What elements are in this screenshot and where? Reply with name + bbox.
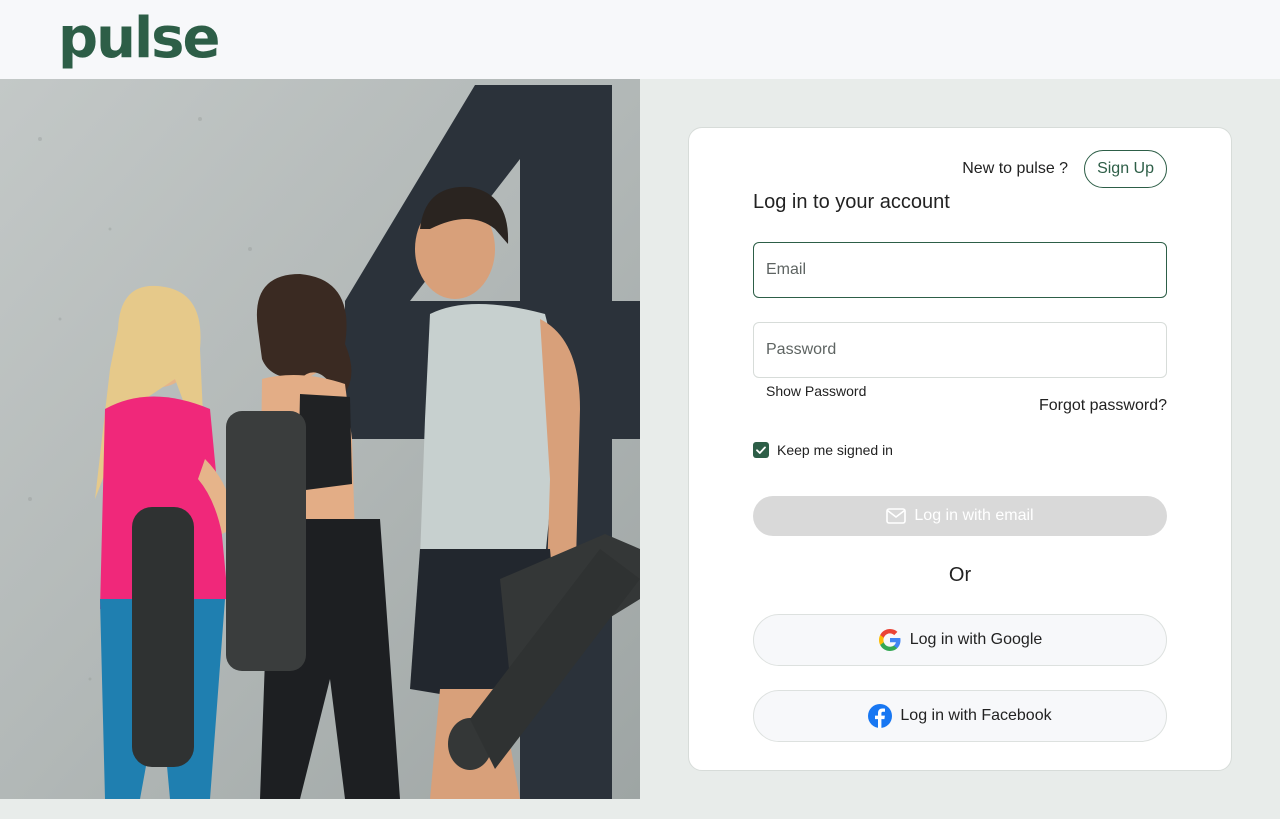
- signup-row: New to pulse ? Sign Up: [962, 150, 1167, 188]
- keep-signed-in-row[interactable]: Keep me signed in: [753, 442, 893, 458]
- keep-signed-in-label: Keep me signed in: [777, 442, 893, 458]
- keep-signed-in-checkbox[interactable]: [753, 442, 769, 458]
- forgot-password-link[interactable]: Forgot password?: [1039, 397, 1167, 415]
- facebook-f-icon: [868, 704, 893, 728]
- password-field[interactable]: [753, 322, 1167, 378]
- log-in-with-facebook-label: Log in with Facebook: [900, 707, 1052, 724]
- log-in-with-facebook-button[interactable]: Log in with Facebook: [753, 690, 1167, 742]
- sign-up-button[interactable]: Sign Up: [1084, 150, 1167, 188]
- login-title: Log in to your account: [753, 191, 950, 213]
- log-in-with-email-label: Log in with email: [914, 507, 1034, 524]
- check-icon: [756, 446, 766, 454]
- pulse-logo[interactable]: pulse: [58, 6, 220, 72]
- log-in-with-email-button[interactable]: Log in with email: [753, 496, 1167, 536]
- email-field[interactable]: [753, 242, 1167, 298]
- hero-photo: [0, 79, 640, 799]
- envelope-icon: [886, 508, 907, 524]
- signup-prompt: New to pulse ?: [962, 160, 1069, 177]
- or-divider: Or: [948, 564, 972, 586]
- top-bar: pulse: [0, 0, 1280, 79]
- login-card: New to pulse ? Sign Up Log in to your ac…: [688, 127, 1232, 771]
- google-g-icon: [878, 628, 902, 652]
- fitness-group-illustration: [0, 79, 640, 799]
- show-password-toggle[interactable]: Show Password: [766, 383, 866, 399]
- log-in-with-google-button[interactable]: Log in with Google: [753, 614, 1167, 666]
- log-in-with-google-label: Log in with Google: [909, 631, 1043, 648]
